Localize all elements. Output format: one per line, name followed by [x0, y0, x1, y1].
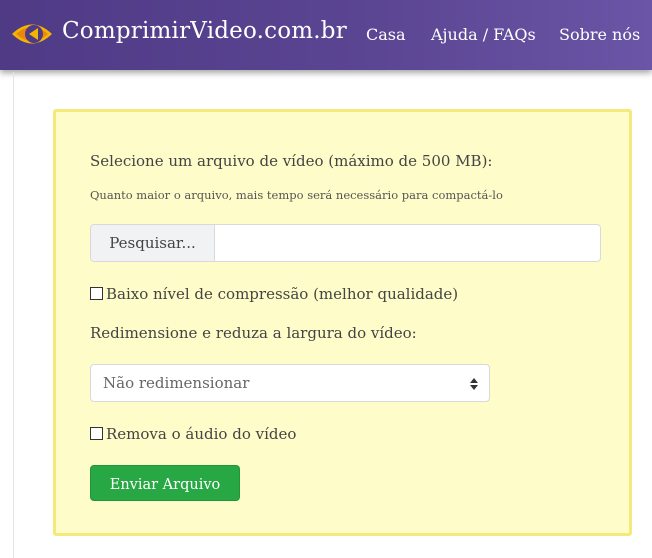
browse-button[interactable]: Pesquisar... [91, 225, 215, 261]
file-name-field[interactable] [215, 225, 600, 261]
resize-select[interactable]: Não redimensionar [90, 364, 490, 402]
remove-audio-option[interactable]: Remova o áudio do vídeo [90, 425, 296, 443]
low-compression-label: Baixo nível de compressão (melhor qualid… [106, 285, 459, 303]
resize-label: Redimensione e reduza a largura do vídeo… [90, 324, 417, 342]
file-input[interactable]: Pesquisar... [90, 224, 601, 262]
nav-about-link[interactable]: Sobre nós [559, 25, 640, 44]
upload-panel: Selecione um arquivo de vídeo (máximo de… [53, 109, 632, 536]
nav-help-link[interactable]: Ajuda / FAQs [431, 25, 536, 44]
submit-file-button[interactable]: Enviar Arquivo [90, 465, 240, 501]
low-compression-option[interactable]: Baixo nível de compressão (melhor qualid… [90, 285, 458, 303]
nav-home-link[interactable]: Casa [366, 25, 406, 44]
resize-select-value: Não redimensionar [103, 374, 250, 392]
content-left-border [13, 72, 14, 558]
upload-title: Selecione um arquivo de vídeo (máximo de… [90, 152, 493, 170]
remove-audio-label: Remova o áudio do vídeo [106, 425, 297, 443]
brand-link[interactable]: ComprimirVideo.com.br [62, 18, 347, 44]
remove-audio-checkbox[interactable] [90, 427, 103, 440]
low-compression-checkbox[interactable] [90, 287, 103, 300]
select-arrows-icon [470, 378, 478, 390]
play-eye-logo-icon[interactable] [10, 17, 54, 51]
navbar: ComprimirVideo.com.br Casa Ajuda / FAQs … [0, 0, 652, 70]
upload-hint: Quanto maior o arquivo, mais tempo será … [90, 188, 503, 202]
